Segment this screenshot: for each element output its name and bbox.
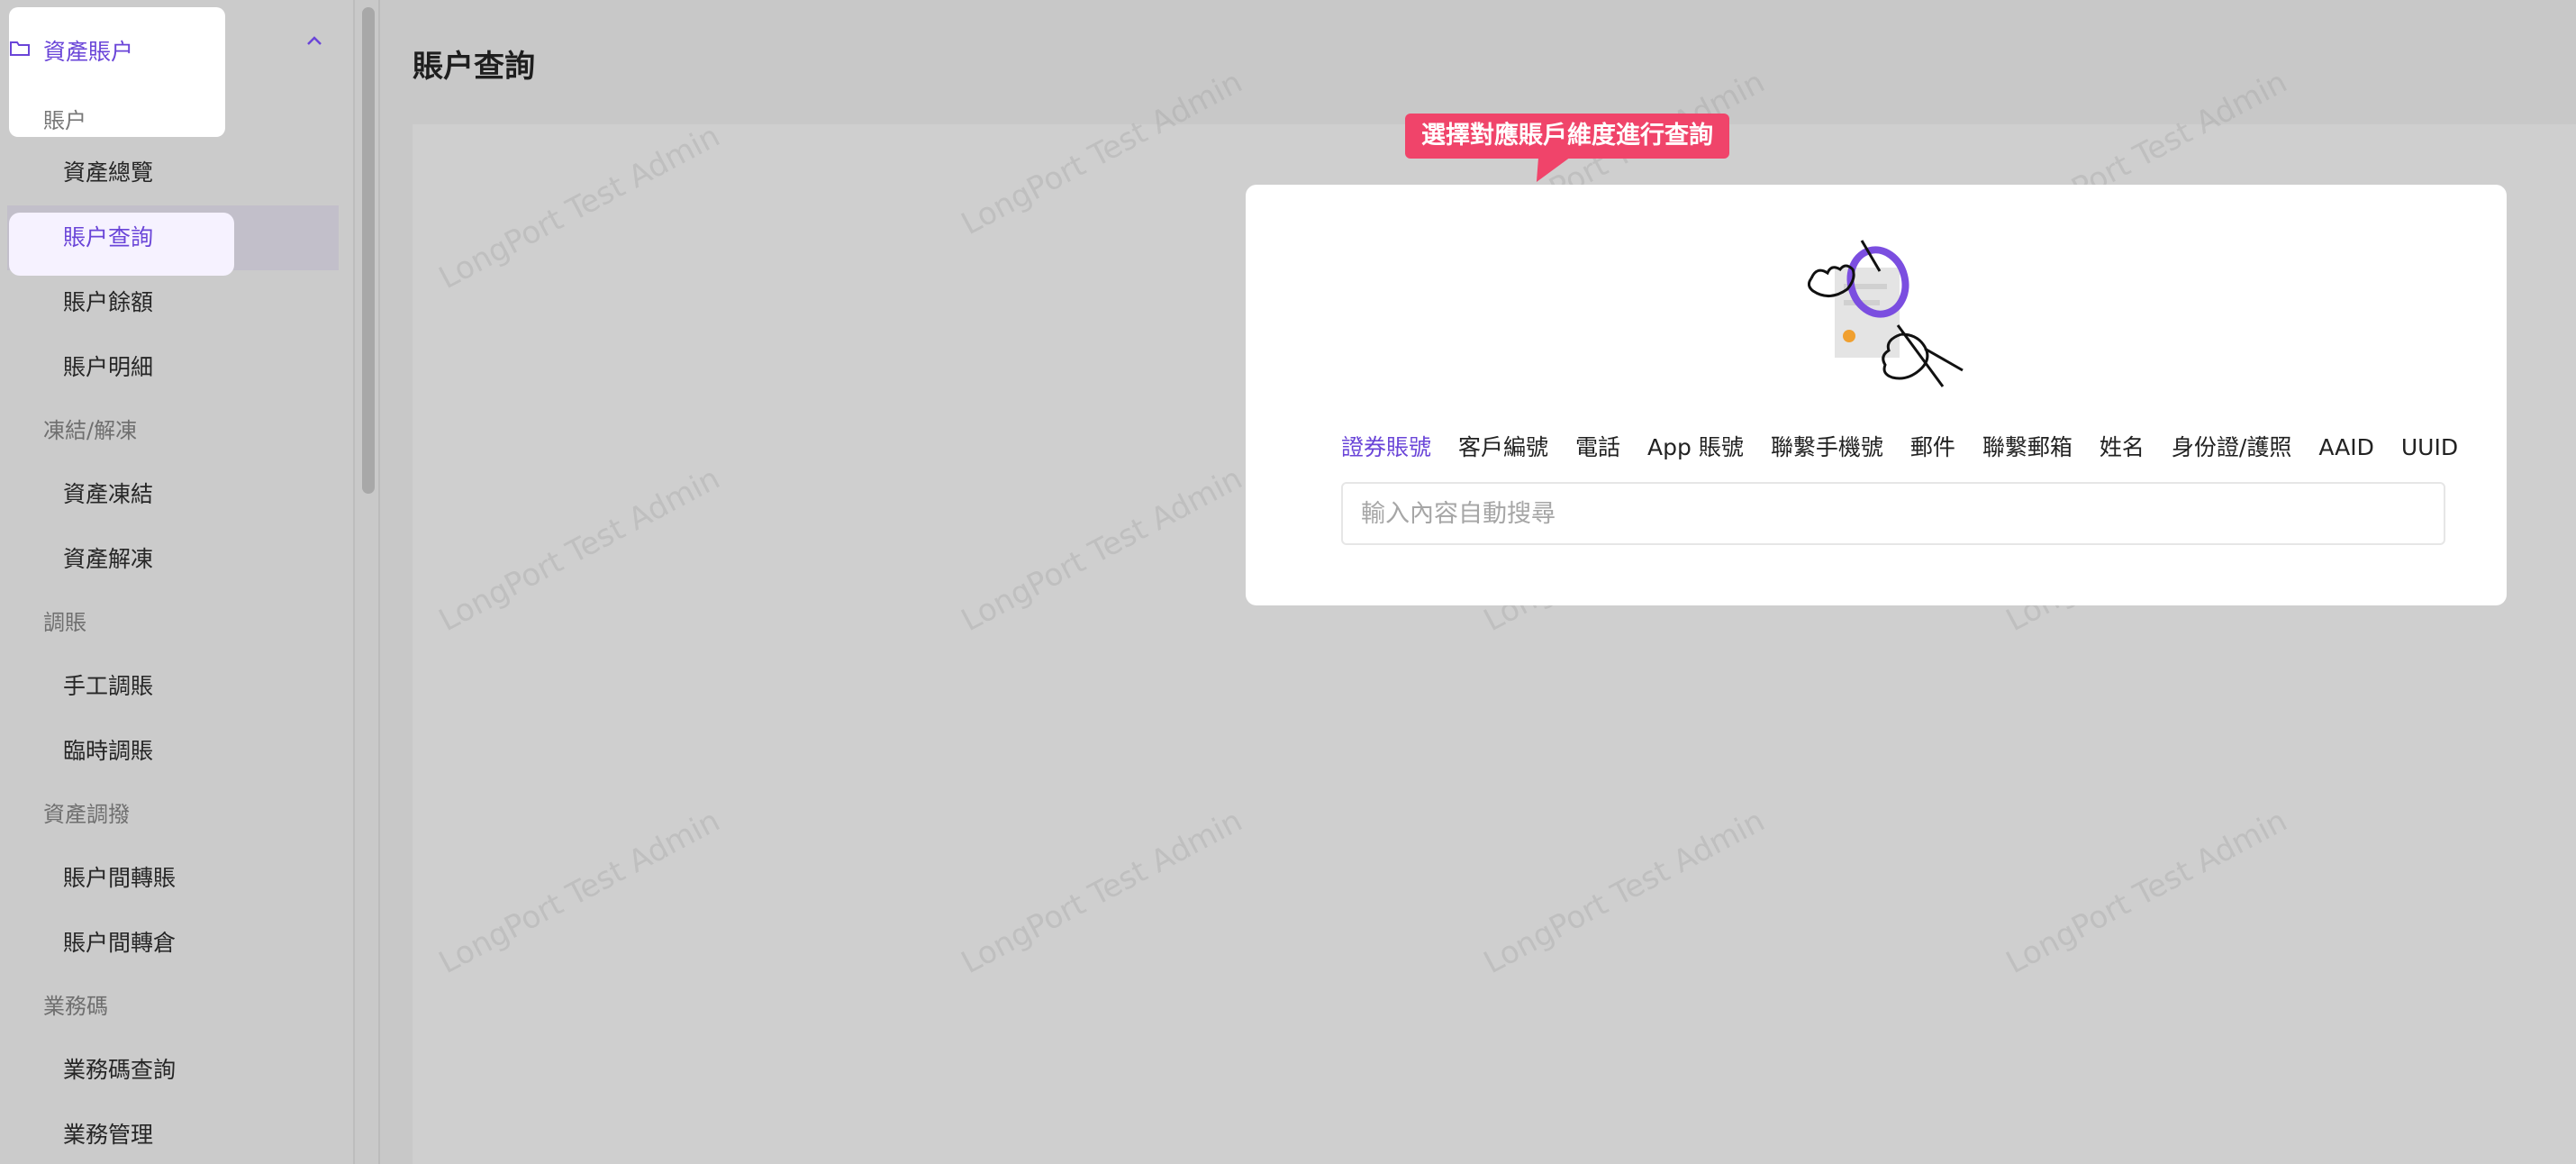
magnifier-illustration-icon [1807,235,1970,401]
tab-app-account[interactable]: App 賬號 [1647,428,1744,468]
sidebar-item-manual-adjust[interactable]: 手工調賬 [63,668,153,705]
sidebar-item-account-detail[interactable]: 賬户明細 [63,350,153,386]
sidebar-item-asset-freeze[interactable]: 資產凍結 [63,477,153,513]
menu-group-asset-account[interactable]: 資產賬户 賬户 [9,7,225,137]
submenu-header-account: 賬户 [43,108,86,133]
tab-id-passport[interactable]: 身份證/護照 [2172,428,2291,468]
sidebar-item-account-query[interactable]: 賬户查詢 [63,220,153,256]
tab-email[interactable]: 郵件 [1910,428,1955,468]
search-dimension-tabs: 證券賬號 客戶編號 電話 App 賬號 聯繫手機號 郵件 聯繫郵箱 姓名 身份證… [1341,428,2458,468]
tab-customer-number[interactable]: 客戶編號 [1458,428,1548,468]
tab-contact-email[interactable]: 聯繫郵箱 [1982,428,2073,468]
sidebar-item-account-balance[interactable]: 賬户餘額 [63,285,153,321]
sidebar-scrollbar-thumb[interactable] [362,7,375,494]
sidebar-item-bizcode-query[interactable]: 業務碼查詢 [63,1052,176,1088]
sidebar-item-asset-overview[interactable]: 資產總覽 [63,155,153,191]
tab-phone[interactable]: 電話 [1575,428,1620,468]
search-input[interactable] [1341,482,2445,545]
chevron-up-icon[interactable] [306,32,322,50]
guide-tooltip: 選擇對應賬戶維度進行查詢 [1405,114,1729,159]
sidebar-section-freeze[interactable]: 凍結/解凍 [43,413,137,449]
sidebar-item-asset-unfreeze[interactable]: 資產解凍 [63,541,153,577]
sidebar-item-inter-account-position[interactable]: 賬户間轉倉 [63,925,176,961]
sidebar-section-adjust[interactable]: 調賬 [43,605,86,641]
tab-aaid[interactable]: AAID [2318,428,2374,468]
sidebar-item-biz-management[interactable]: 業務管理 [63,1117,153,1153]
search-card: 證券賬號 客戶編號 電話 App 賬號 聯繫手機號 郵件 聯繫郵箱 姓名 身份證… [1246,185,2507,605]
tab-securities-account[interactable]: 證券賬號 [1341,428,1431,468]
menu-group-title[interactable]: 資產賬户 [9,29,225,68]
menu-group-label: 資產賬户 [43,39,134,65]
tab-name[interactable]: 姓名 [2100,428,2145,468]
sidebar-item-temp-adjust[interactable]: 臨時調賬 [63,733,153,769]
sidebar-section-transfer[interactable]: 資產調撥 [43,796,130,832]
folder-icon [9,40,31,61]
page-title: 賬户查詢 [413,49,535,85]
tab-contact-mobile[interactable]: 聯繫手機號 [1771,428,1883,468]
sidebar-section-bizcode[interactable]: 業務碼 [43,988,108,1024]
sidebar-item-inter-account-transfer[interactable]: 賬户間轉賬 [63,860,176,896]
sidebar: 資產賬户 賬户 資產總覽 賬户查詢 賬户餘額 賬户明細 凍結/解凍 資產凍結 資… [0,0,355,1164]
tab-uuid[interactable]: UUID [2401,428,2458,468]
